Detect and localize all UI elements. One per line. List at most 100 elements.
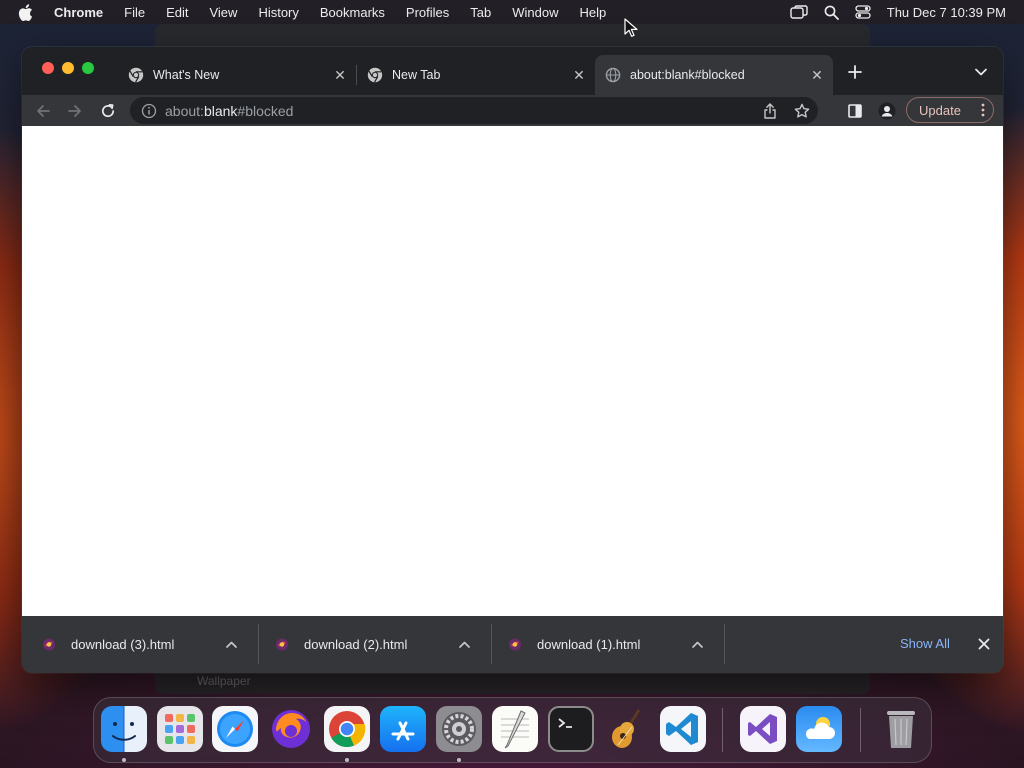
url-fragment: #blocked <box>237 102 294 119</box>
dock-app-store-icon[interactable] <box>380 706 426 752</box>
back-button[interactable] <box>30 98 56 124</box>
close-tab-icon[interactable]: ✕ <box>330 65 350 85</box>
page-content-blank[interactable] <box>22 126 1003 616</box>
minimize-window-button[interactable] <box>62 62 74 74</box>
dock-garageband-icon[interactable] <box>604 706 650 752</box>
chrome-icon <box>367 67 383 83</box>
close-icon <box>978 638 990 650</box>
download-filename: download (1).html <box>537 636 641 652</box>
menu-bar: Chrome File Edit View History Bookmarks … <box>0 0 1024 24</box>
chrome-window: What's New ✕ New Tab ✕ about:blank#block… <box>22 47 1003 673</box>
control-center-icon[interactable] <box>855 5 871 19</box>
dock-running-indicator <box>122 758 126 762</box>
close-download-shelf-button[interactable] <box>974 634 994 654</box>
screen-mirroring-icon[interactable] <box>790 5 808 19</box>
menu-bar-clock[interactable]: Thu Dec 7 10:39 PM <box>887 5 1006 20</box>
dock-separator <box>860 708 861 752</box>
chrome-icon <box>128 67 144 83</box>
browser-toolbar: about:blank#blocked Update <box>22 95 1003 126</box>
forward-button[interactable] <box>62 98 88 124</box>
download-shelf: download (3).html download (2).html down… <box>22 616 1003 673</box>
dock-trash-icon[interactable] <box>878 706 924 752</box>
site-info-icon[interactable] <box>141 103 157 119</box>
show-all-downloads-link[interactable]: Show All <box>900 636 950 651</box>
html-file-icon <box>42 637 56 651</box>
download-item[interactable]: download (1).html <box>488 624 721 664</box>
dock-visual-studio-icon[interactable] <box>740 706 786 752</box>
dock-textedit-icon[interactable] <box>492 706 538 752</box>
url-host: blank <box>203 102 238 119</box>
dock-separator <box>722 708 723 752</box>
mouse-cursor-icon <box>624 18 638 37</box>
tab-search-button[interactable] <box>970 61 992 83</box>
dock-weather-icon[interactable] <box>796 706 842 752</box>
arrow-left-icon <box>37 105 50 117</box>
menu-tab[interactable]: Tab <box>470 5 491 20</box>
tab-new-tab[interactable]: New Tab ✕ <box>357 55 595 95</box>
apple-menu-icon[interactable] <box>18 0 36 24</box>
dock-chrome-icon[interactable] <box>324 706 370 752</box>
tab-about-blank-blocked[interactable]: about:blank#blocked ✕ <box>595 55 833 95</box>
tab-title: about:blank#blocked <box>630 68 745 82</box>
dock-running-indicator <box>457 758 461 762</box>
address-bar[interactable]: about:blank#blocked <box>130 97 818 124</box>
new-tab-button[interactable] <box>844 61 866 83</box>
chevron-up-icon[interactable] <box>687 634 707 654</box>
menu-profiles[interactable]: Profiles <box>406 5 449 20</box>
globe-icon <box>605 67 621 83</box>
menu-view[interactable]: View <box>209 5 237 20</box>
dock-firefox-icon[interactable] <box>268 706 314 752</box>
share-icon[interactable] <box>760 101 780 121</box>
background-window-label: Wallpaper <box>197 674 251 688</box>
url-text: about:blank#blocked <box>165 103 293 119</box>
dock-safari-icon[interactable] <box>212 706 258 752</box>
url-scheme: about: <box>165 102 204 119</box>
menu-help[interactable]: Help <box>580 5 607 20</box>
tab-strip: What's New ✕ New Tab ✕ about:blank#block… <box>22 47 1003 95</box>
close-tab-icon[interactable]: ✕ <box>569 65 589 85</box>
tab-title: What's New <box>153 68 220 82</box>
spotlight-search-icon[interactable] <box>824 5 839 20</box>
reload-button[interactable] <box>95 98 121 124</box>
profile-button[interactable] <box>874 98 900 124</box>
arrow-right-icon <box>68 105 81 117</box>
download-item[interactable]: download (2).html <box>255 624 488 664</box>
menu-edit[interactable]: Edit <box>166 5 188 20</box>
download-divider <box>724 624 725 664</box>
download-filename: download (3).html <box>71 636 175 652</box>
chevron-up-icon[interactable] <box>221 634 241 654</box>
close-tab-icon[interactable]: ✕ <box>807 65 827 85</box>
tab-title: New Tab <box>392 68 441 82</box>
menu-bar-status-area: Thu Dec 7 10:39 PM <box>774 0 1006 24</box>
dock <box>93 697 932 763</box>
reload-icon <box>101 103 115 118</box>
more-vert-icon <box>981 103 985 120</box>
dock-launchpad-icon[interactable] <box>157 706 203 752</box>
side-panel-button[interactable] <box>842 98 868 124</box>
window-controls <box>42 62 102 74</box>
side-panel-icon <box>848 104 862 118</box>
menu-window[interactable]: Window <box>512 5 558 20</box>
tab-whats-new[interactable]: What's New ✕ <box>118 55 356 95</box>
menu-history[interactable]: History <box>258 5 298 20</box>
profile-avatar-icon <box>878 102 896 120</box>
html-file-icon <box>508 637 522 651</box>
update-button[interactable]: Update <box>906 97 994 123</box>
plus-icon <box>848 65 862 79</box>
zoom-window-button[interactable] <box>82 62 94 74</box>
menu-file[interactable]: File <box>124 5 145 20</box>
chevron-up-icon[interactable] <box>454 634 474 654</box>
menu-app-chrome[interactable]: Chrome <box>54 5 103 20</box>
dock-system-settings-icon[interactable] <box>436 706 482 752</box>
html-file-icon <box>275 637 289 651</box>
dock-terminal-icon[interactable] <box>548 706 594 752</box>
close-window-button[interactable] <box>42 62 54 74</box>
download-filename: download (2).html <box>304 636 408 652</box>
dock-finder-icon[interactable] <box>101 706 147 752</box>
dock-running-indicator <box>345 758 349 762</box>
bookmark-star-icon[interactable] <box>792 101 812 121</box>
menu-bookmarks[interactable]: Bookmarks <box>320 5 385 20</box>
dock-vscode-icon[interactable] <box>660 706 706 752</box>
download-item[interactable]: download (3).html <box>22 624 255 664</box>
update-button-label: Update <box>919 102 961 118</box>
